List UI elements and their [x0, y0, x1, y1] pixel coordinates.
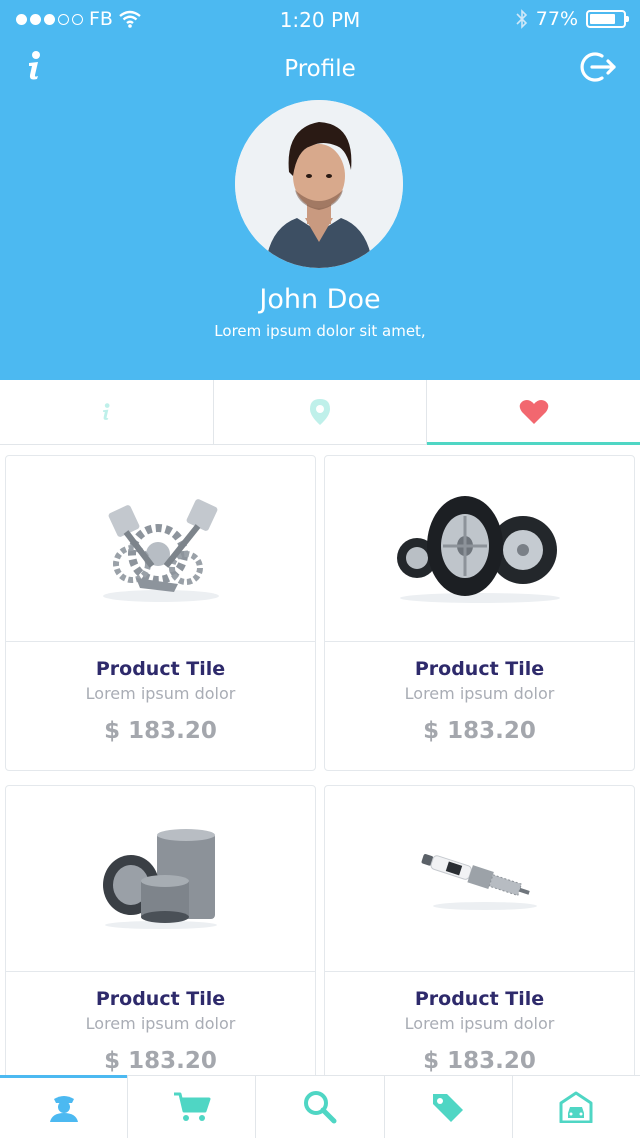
product-image-area [6, 456, 315, 642]
battery-fill [590, 14, 615, 24]
driver-profile-icon [49, 1096, 78, 1122]
profile-header: FB 1:20 PM 77% Profile John Doe Lorem ip… [0, 0, 640, 380]
product-image-area [325, 786, 634, 972]
garage-icon [559, 1091, 593, 1123]
nav-cart[interactable] [128, 1076, 257, 1138]
status-bar: FB 1:20 PM 77% [0, 0, 640, 40]
tab-location[interactable] [214, 380, 428, 444]
product-price: $ 183.20 [104, 718, 217, 744]
info-icon [103, 403, 110, 420]
product-title: Product Tile [414, 658, 545, 680]
location-pin-icon [310, 399, 330, 425]
product-subtitle: Lorem ipsum dolor [85, 1014, 236, 1033]
product-card[interactable]: Product Tile Lorem ipsum dolor $ 183.20 [324, 785, 635, 1075]
product-subtitle: Lorem ipsum dolor [404, 684, 555, 703]
status-right: 77% [516, 8, 629, 30]
product-card[interactable]: Product Tile Lorem ipsum dolor $ 183.20 [5, 455, 316, 771]
nav-garage[interactable] [513, 1076, 640, 1138]
logout-icon[interactable] [578, 50, 618, 84]
battery-icon [586, 10, 629, 28]
heart-icon [519, 400, 548, 424]
search-icon [304, 1091, 337, 1124]
product-card[interactable]: Product Tile Lorem ipsum dolor $ 183.20 [5, 785, 316, 1075]
tag-icon [433, 1094, 464, 1122]
profile-tabs [0, 380, 640, 445]
air-filter-image [102, 828, 217, 929]
profile-name: John Doe [259, 284, 381, 315]
product-image-area [325, 456, 634, 642]
product-image-area [6, 786, 315, 972]
product-title: Product Tile [414, 988, 545, 1010]
product-price: $ 183.20 [423, 718, 536, 744]
engine-image [102, 498, 219, 602]
page-title: Profile [284, 56, 356, 82]
nav-search[interactable] [256, 1076, 385, 1138]
product-price: $ 183.20 [423, 1048, 536, 1074]
tires-image [396, 495, 560, 603]
nav-profile[interactable] [0, 1075, 129, 1138]
product-title: Product Tile [95, 988, 226, 1010]
avatar[interactable] [235, 100, 403, 268]
profile-bio: Lorem ipsum dolor sit amet, [214, 322, 426, 340]
tab-favorites[interactable] [427, 380, 640, 445]
tab-info[interactable] [0, 380, 214, 444]
product-card[interactable]: Product Tile Lorem ipsum dolor $ 183.20 [324, 455, 635, 771]
product-grid: Product Tile Lorem ipsum dolor $ 183.20 … [5, 455, 635, 1075]
cart-icon [173, 1092, 211, 1121]
product-subtitle: Lorem ipsum dolor [85, 684, 236, 703]
product-price: $ 183.20 [104, 1048, 217, 1074]
product-title: Product Tile [95, 658, 226, 680]
product-subtitle: Lorem ipsum dolor [404, 1014, 555, 1033]
avatar-photo [235, 100, 403, 268]
battery-percent: 77% [535, 8, 578, 30]
spark-plug-image [421, 853, 537, 910]
nav-deals[interactable] [385, 1076, 513, 1138]
bluetooth-icon [516, 9, 527, 29]
bottom-nav [0, 1075, 640, 1138]
